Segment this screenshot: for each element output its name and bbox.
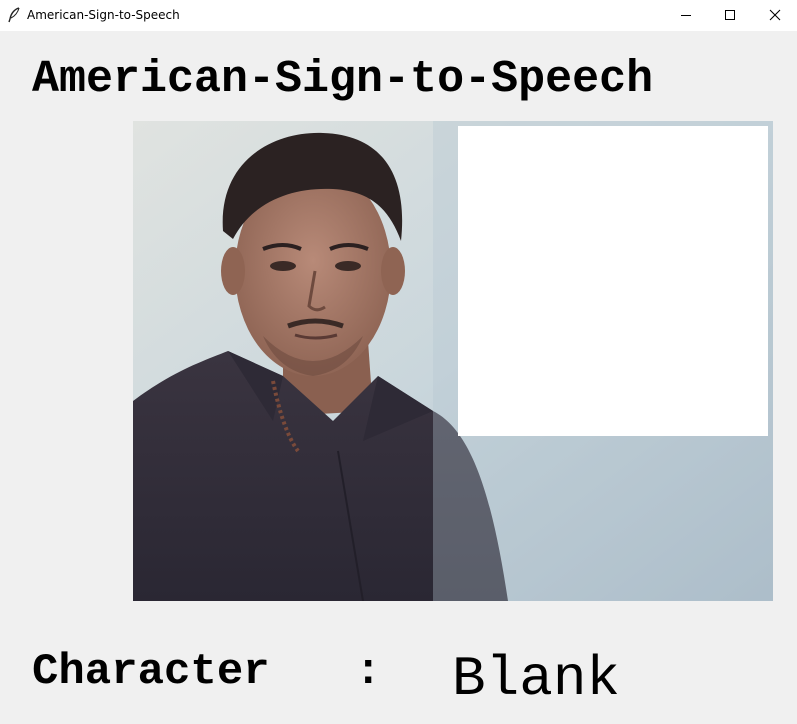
character-label: Character bbox=[32, 647, 270, 697]
maximize-button[interactable] bbox=[707, 0, 752, 30]
close-button[interactable] bbox=[752, 0, 797, 30]
app-window: American-Sign-to-Speech American-Sign-to… bbox=[0, 0, 797, 724]
character-value: Blank bbox=[452, 647, 621, 711]
title-bar[interactable]: American-Sign-to-Speech bbox=[0, 0, 797, 32]
window-title: American-Sign-to-Speech bbox=[27, 8, 180, 22]
character-separator: : bbox=[355, 647, 382, 697]
page-title: American-Sign-to-Speech bbox=[32, 54, 654, 105]
minimize-button[interactable] bbox=[663, 0, 708, 30]
hand-roi-box bbox=[458, 126, 768, 436]
feather-icon bbox=[7, 7, 21, 23]
minimize-icon bbox=[680, 9, 692, 21]
close-icon bbox=[769, 9, 781, 21]
camera-feed bbox=[133, 121, 773, 601]
maximize-icon bbox=[724, 9, 736, 21]
